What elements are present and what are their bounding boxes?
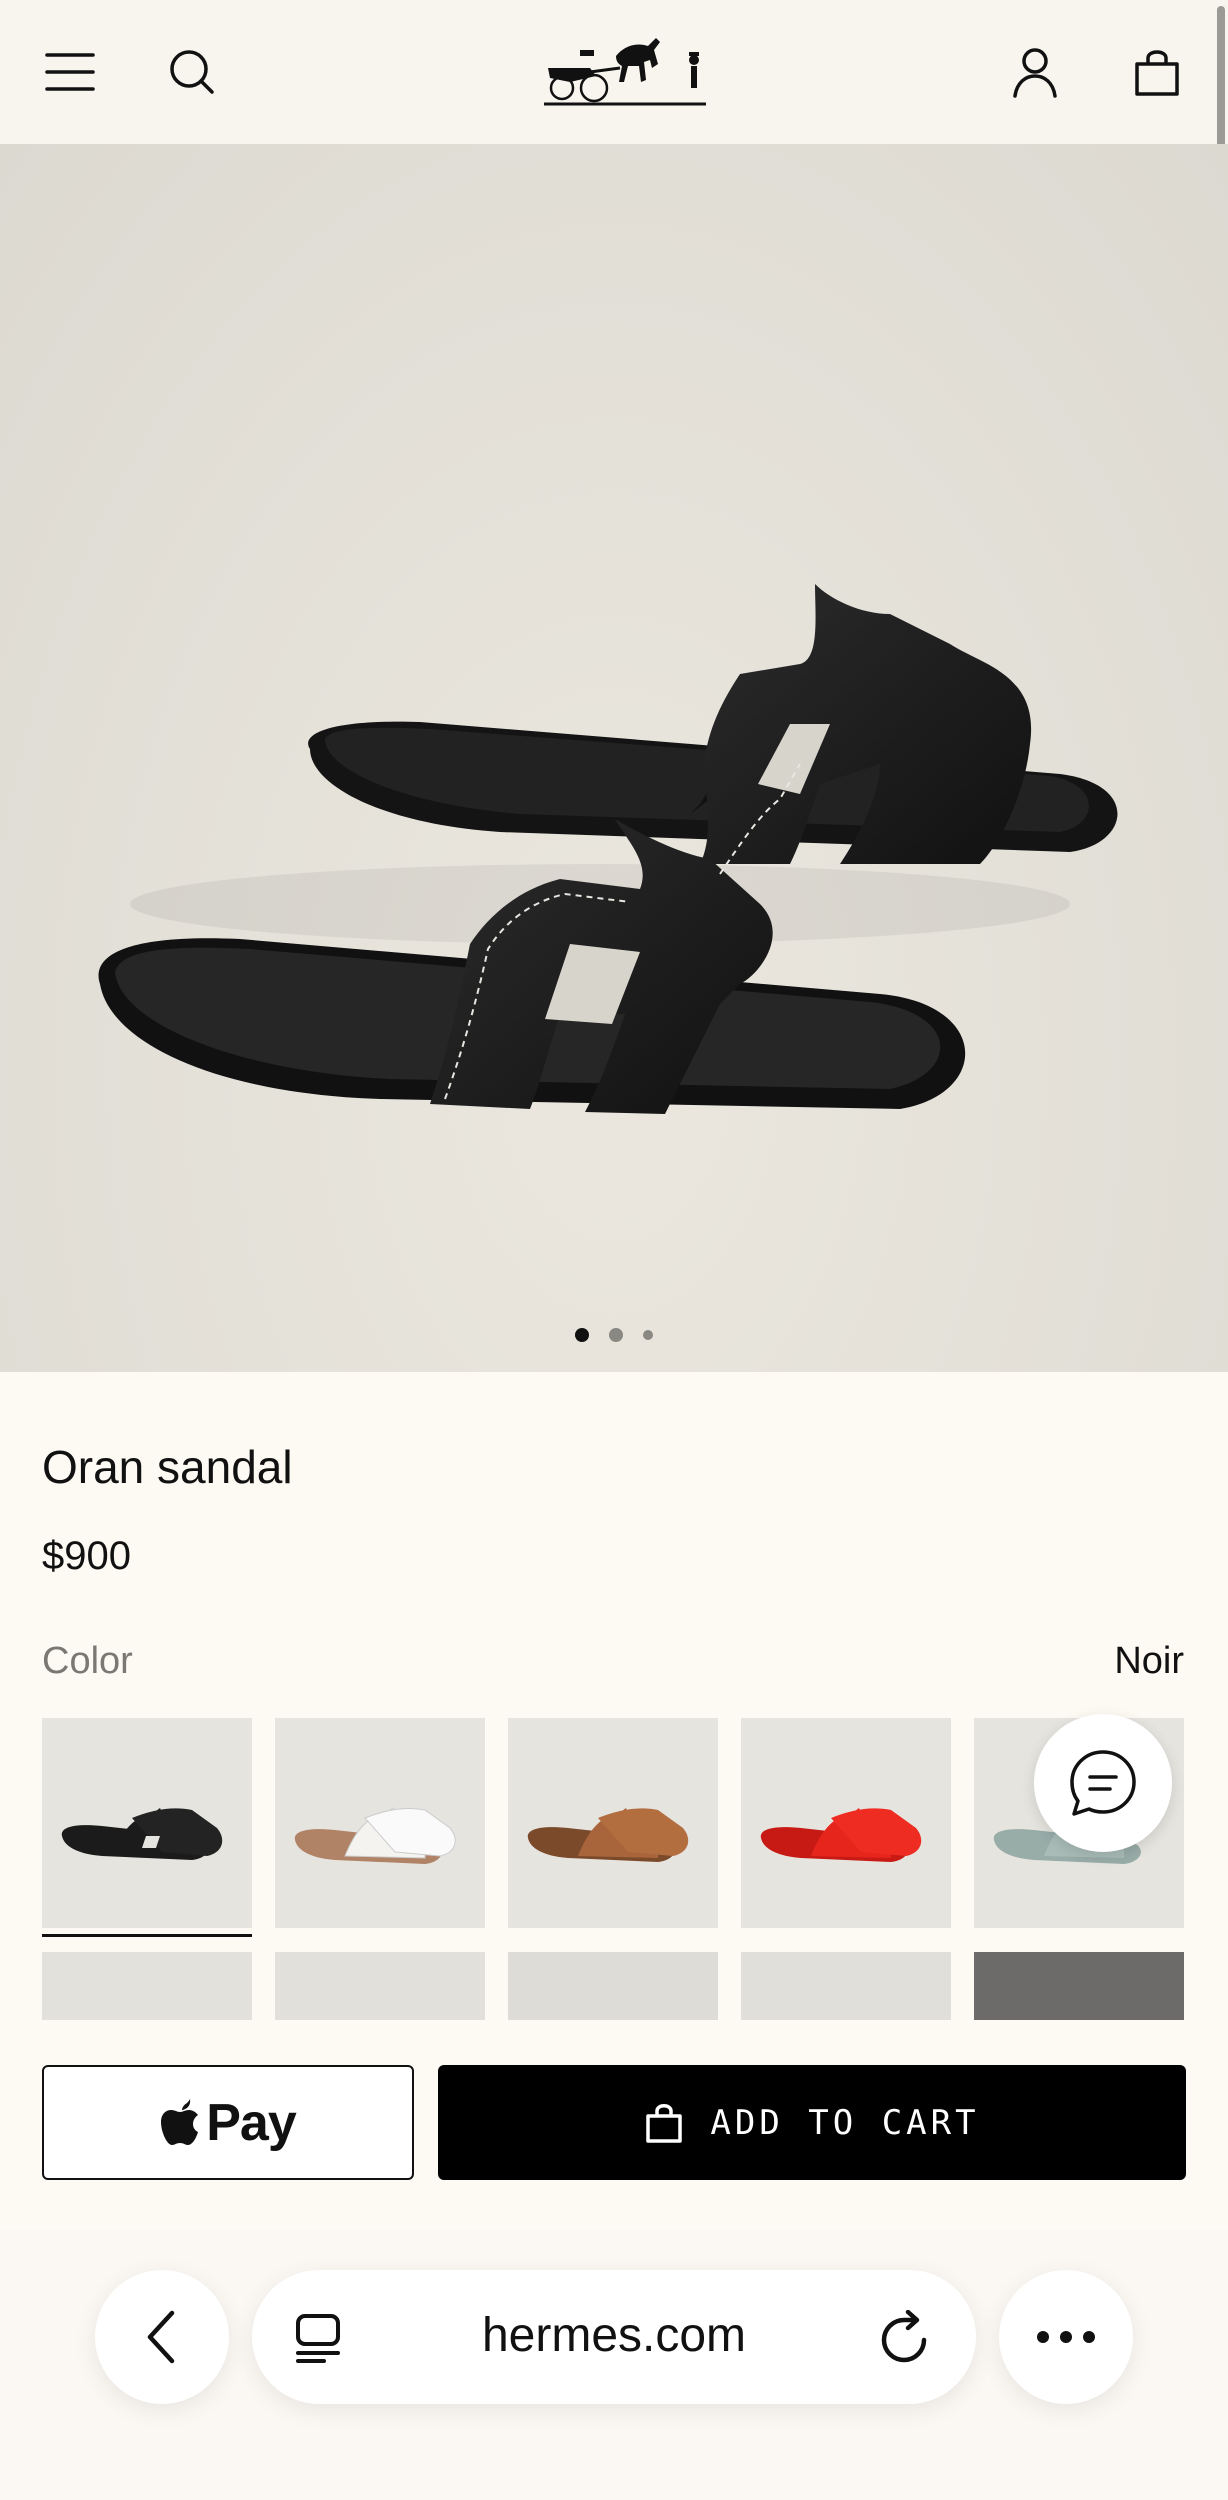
color-swatch[interactable] [741, 1952, 951, 2020]
apple-logo-icon [161, 2098, 199, 2145]
search-icon[interactable] [160, 40, 224, 104]
color-swatch[interactable] [974, 1952, 1184, 2020]
color-swatch-red[interactable] [741, 1718, 951, 1928]
color-swatch-gold[interactable] [508, 1718, 718, 1928]
site-header [0, 0, 1228, 496]
gallery-pagination[interactable] [0, 1328, 1228, 1342]
more-icon [1037, 2331, 1095, 2343]
hermes-carriage-logo[interactable] [540, 24, 710, 110]
back-chevron-icon [147, 2310, 175, 2364]
account-icon[interactable] [1003, 40, 1067, 104]
apple-pay-button[interactable]: Pay [42, 2065, 414, 2180]
swatch-sandal-image [760, 1808, 922, 1862]
chat-button[interactable] [1034, 1714, 1172, 1852]
color-swatch[interactable] [508, 1952, 718, 2020]
black-oran-sandals-image [98, 584, 1118, 1114]
reload-icon[interactable] [880, 2309, 932, 2369]
browser-toolbar: hermes.com [0, 2230, 1228, 2500]
swatch-sandal-image [527, 1808, 689, 1862]
swatch-sandal-image [294, 1807, 456, 1864]
product-price: $900 [42, 1534, 131, 1578]
browser-url-bar[interactable]: hermes.com [252, 2270, 976, 2404]
menu-icon[interactable] [38, 40, 102, 104]
color-swatch[interactable] [42, 1952, 252, 2020]
url-text[interactable]: hermes.com [252, 2308, 976, 2363]
color-swatch[interactable] [275, 1952, 485, 2020]
apple-pay-label: Pay [206, 2093, 297, 2152]
add-to-cart-button[interactable]: ADD TO CART [438, 2065, 1186, 2180]
selected-color-value: Noir [1114, 1640, 1184, 1682]
color-swatch-white[interactable] [275, 1718, 485, 1928]
browser-back-button[interactable] [95, 2270, 229, 2404]
gallery-dot[interactable] [609, 1328, 623, 1342]
swatch-sandal-image [61, 1808, 223, 1860]
color-label: Color [42, 1640, 133, 1682]
product-title: Oran sandal [42, 1441, 293, 1493]
browser-more-button[interactable] [999, 2270, 1133, 2404]
product-image-gallery[interactable] [0, 144, 1228, 1372]
gallery-dot[interactable] [575, 1328, 589, 1342]
shopping-bag-icon[interactable] [1125, 40, 1189, 104]
gallery-dot[interactable] [643, 1330, 653, 1340]
selected-swatch-indicator [42, 1934, 252, 1937]
chat-bubble-icon [1070, 1750, 1136, 1816]
shopping-bag-icon [646, 2103, 683, 2143]
color-swatch-noir[interactable] [42, 1718, 252, 1928]
add-to-cart-label: ADD TO CART [710, 2102, 980, 2143]
